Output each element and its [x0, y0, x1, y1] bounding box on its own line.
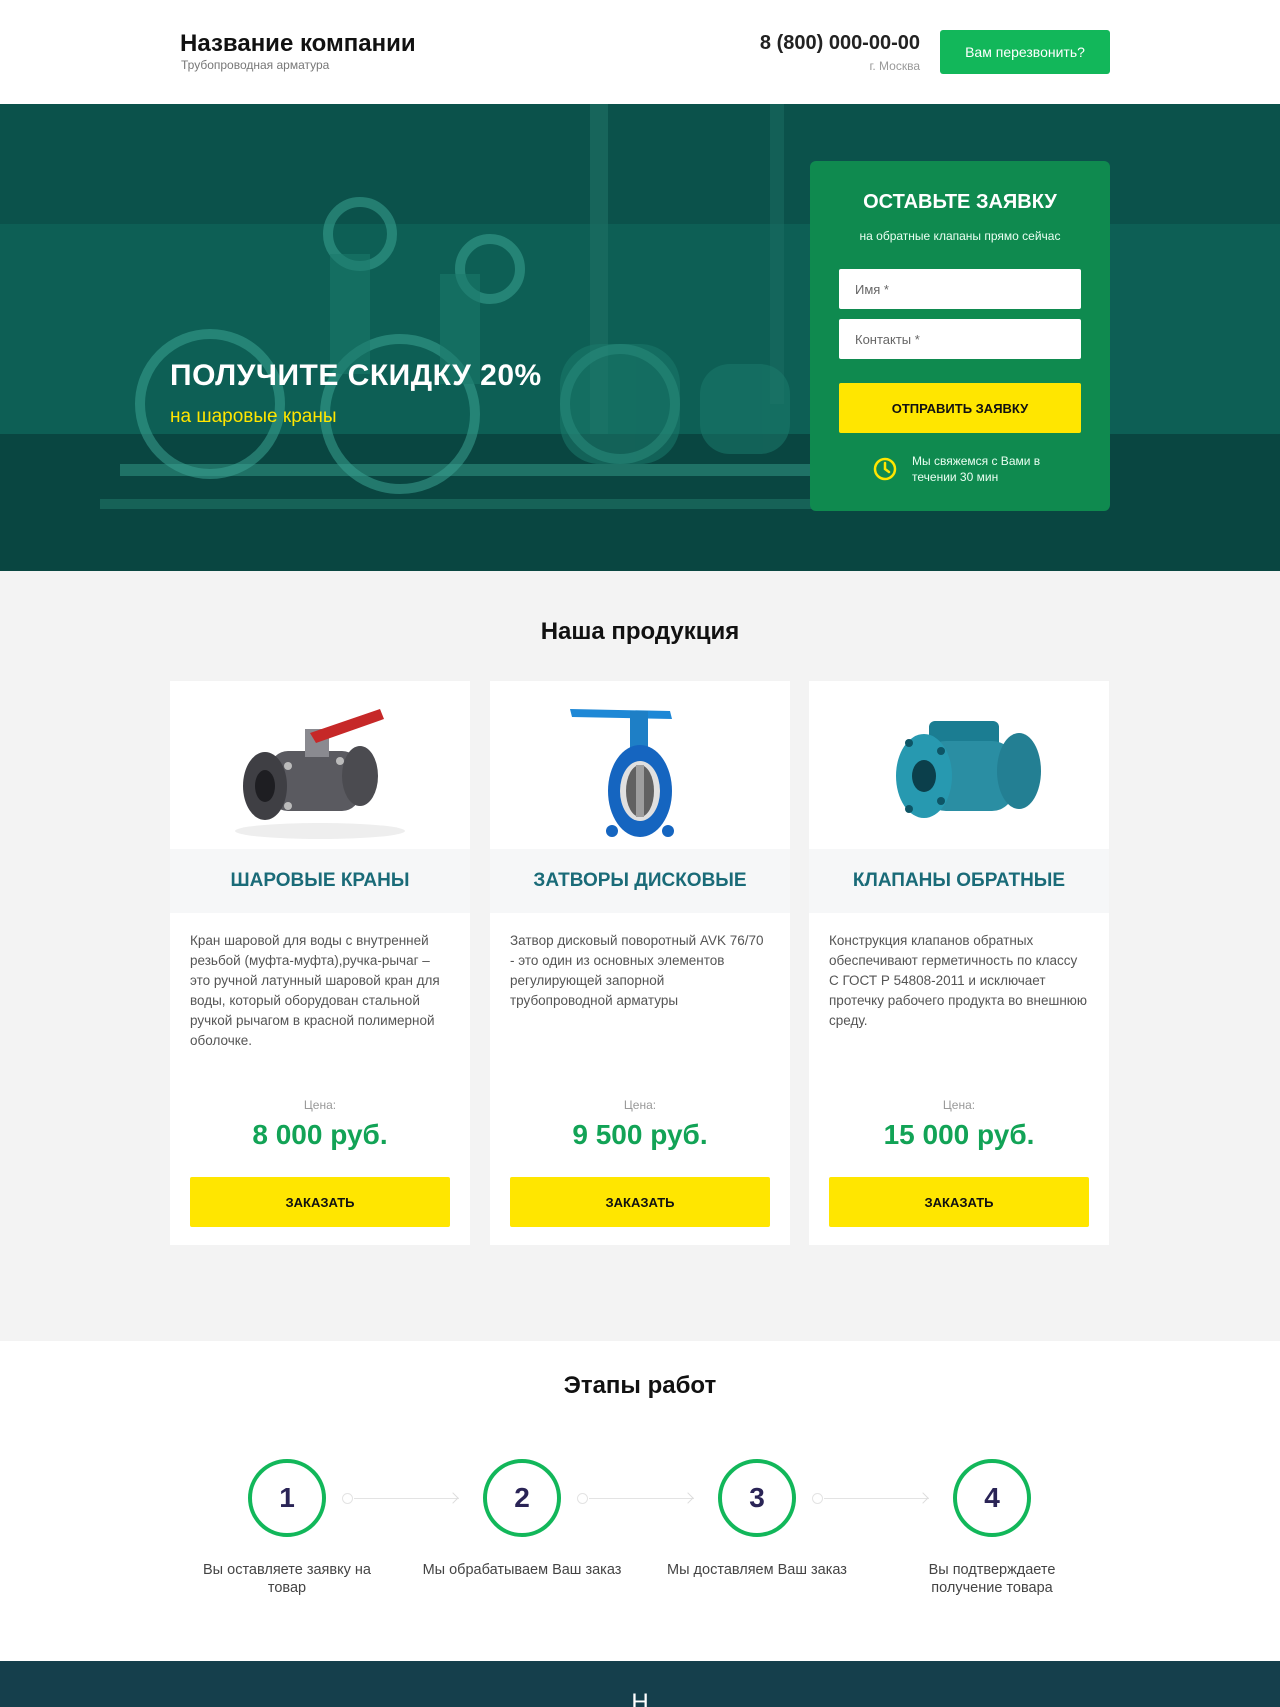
connector-dot — [812, 1493, 823, 1504]
phone-number[interactable]: 8 (800) 000-00-00 — [760, 32, 920, 55]
form-subtitle: на обратные клапаны прямо сейчас — [859, 229, 1061, 243]
price-label: Цена: — [942, 1098, 976, 1112]
step-number: 3 — [718, 1459, 796, 1537]
step-connector — [589, 1498, 694, 1499]
arrow-icon — [917, 1492, 929, 1504]
product-card: ШАРОВЫЕ КРАНЫ Кран шаровой для воды с вн… — [170, 681, 470, 1245]
step-number: 2 — [483, 1459, 561, 1537]
work-stages-section: Этапы работ 1 Вы оставляете заявку на то… — [0, 1341, 1280, 1661]
price-label: Цена: — [303, 1098, 337, 1112]
order-button[interactable]: ЗАКАЗАТЬ — [510, 1177, 770, 1227]
city-label: г. Москва — [869, 59, 920, 73]
form-response-note: Мы свяжемся с Вами в течении 30 мин — [912, 454, 1041, 484]
product-name: КЛАПАНЫ ОБРАТНЫЕ — [852, 870, 1066, 891]
connector-dot — [342, 1493, 353, 1504]
step-text: Мы обрабатываем Ваш заказ — [422, 1562, 622, 1578]
products-title: Наша продукция — [540, 618, 740, 645]
hero-title: ПОЛУЧИТЕ СКИДКУ 20% — [170, 359, 542, 392]
step-text: Вы подтверждаете получение товара — [928, 1562, 1056, 1596]
check-valve-image — [809, 681, 1109, 849]
connector-dot — [577, 1493, 588, 1504]
step-text: Вы оставляете заявку на товар — [203, 1562, 371, 1596]
company-tagline: Трубопроводная арматура — [181, 58, 330, 72]
order-button[interactable]: ЗАКАЗАТЬ — [190, 1177, 450, 1227]
step-text: Мы доставляем Ваш заказ — [667, 1562, 847, 1578]
product-card: КЛАПАНЫ ОБРАТНЫЕ Конструкция клапанов об… — [809, 681, 1109, 1245]
callback-button[interactable]: Вам перезвонить? — [940, 30, 1110, 74]
arrow-icon — [447, 1492, 459, 1504]
product-description: Затвор дисковый поворотный AVK 76/70 - э… — [510, 933, 764, 1008]
step-number: 4 — [953, 1459, 1031, 1537]
hero-subtitle: на шаровые краны — [170, 406, 337, 427]
company-name: Название компании — [180, 30, 416, 57]
product-card: ЗАТВОРЫ ДИСКОВЫЕ Затвор дисковый поворот… — [490, 681, 790, 1245]
product-name: ЗАТВОРЫ ДИСКОВЫЕ — [533, 870, 747, 891]
product-name: ШАРОВЫЕ КРАНЫ — [230, 870, 410, 891]
steps-title: Этапы работ — [563, 1372, 717, 1399]
clock-icon — [873, 457, 897, 481]
ball-valve-image — [170, 681, 470, 849]
site-header: Название компании Трубопроводная арматур… — [0, 0, 1280, 104]
submit-request-button[interactable]: ОТПРАВИТЬ ЗАЯВКУ — [839, 383, 1081, 433]
product-description: Кран шаровой для воды с внутренней резьб… — [190, 933, 440, 1048]
butterfly-valve-image — [490, 681, 790, 849]
hero-section: ПОЛУЧИТЕ СКИДКУ 20% на шаровые краны ОСТ… — [0, 104, 1280, 571]
next-section-title: Н — [631, 1689, 649, 1707]
order-button[interactable]: ЗАКАЗАТЬ — [829, 1177, 1089, 1227]
request-form: ОСТАВЬТЕ ЗАЯВКУ на обратные клапаны прям… — [810, 161, 1110, 511]
price-label: Цена: — [623, 1098, 657, 1112]
product-description: Конструкция клапанов обратных обеспечива… — [829, 933, 1088, 1028]
step-number: 1 — [248, 1459, 326, 1537]
step-connector — [354, 1498, 459, 1499]
product-price: 15 000 руб. — [883, 1119, 1035, 1150]
step-connector — [824, 1498, 929, 1499]
product-price: 8 000 руб. — [252, 1119, 388, 1150]
name-input[interactable] — [839, 269, 1081, 309]
products-section: Наша продукция ШАРОВЫЕ КРАНЫ Кран шарово… — [0, 571, 1280, 1341]
contact-input[interactable] — [839, 319, 1081, 359]
form-title: ОСТАВЬТЕ ЗАЯВКУ — [863, 191, 1057, 213]
product-price: 9 500 руб. — [572, 1119, 708, 1150]
next-section: Н — [0, 1661, 1280, 1707]
arrow-icon — [682, 1492, 694, 1504]
